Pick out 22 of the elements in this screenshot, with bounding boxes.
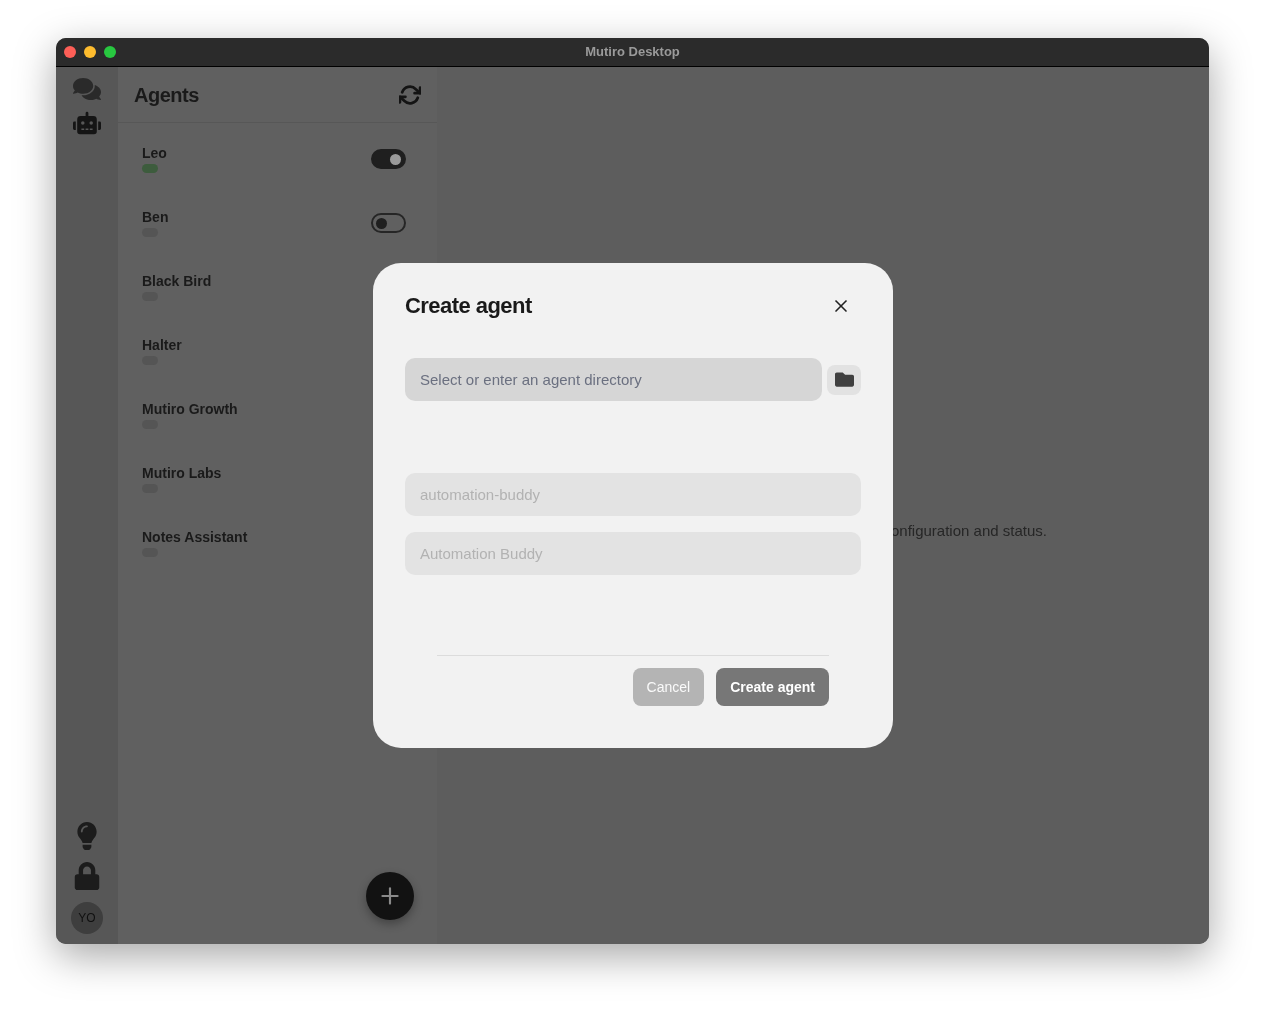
agent-name[interactable]: Ben — [142, 209, 169, 224]
browse-folder-button[interactable] — [827, 364, 861, 395]
create-agent-button[interactable]: Create agent — [716, 668, 829, 706]
close-window-icon[interactable] — [64, 46, 76, 58]
agent-name[interactable]: Notes Assistant — [142, 529, 248, 544]
window-title: Mutiro Desktop — [585, 43, 680, 62]
panel-title: Agents — [134, 82, 199, 108]
refresh-icon[interactable] — [399, 83, 421, 106]
dialog-title: Create agent — [405, 292, 532, 320]
folder-icon — [834, 370, 854, 389]
robot-icon[interactable] — [73, 109, 101, 137]
zoom-window-icon[interactable] — [104, 46, 116, 58]
agent-name[interactable]: Halter — [142, 337, 182, 352]
toggle-switch[interactable] — [371, 213, 406, 233]
agent-name[interactable]: Leo — [142, 145, 167, 160]
agent-name[interactable]: Mutiro Labs — [142, 465, 222, 480]
toggle-switch[interactable] — [371, 149, 406, 169]
agent-name[interactable]: Black Bird — [142, 273, 212, 288]
agent-name[interactable]: Mutiro Growth — [142, 401, 238, 416]
add-agent-button[interactable] — [366, 872, 414, 920]
minimize-window-icon[interactable] — [84, 46, 96, 58]
directory-field[interactable]: Select or enter an agent directory — [405, 358, 822, 401]
